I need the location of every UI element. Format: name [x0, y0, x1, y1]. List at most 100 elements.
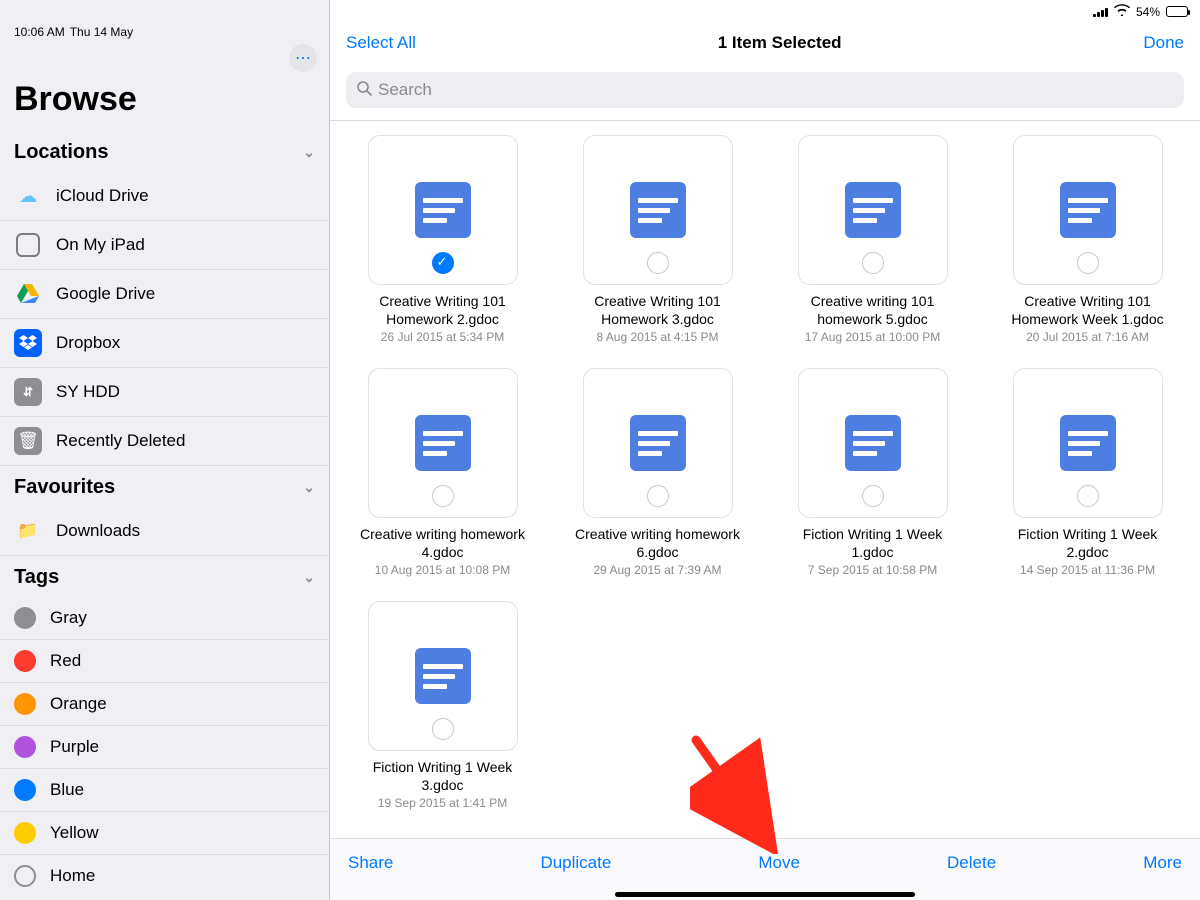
file-date: 7 Sep 2015 at 10:58 PM — [808, 563, 937, 577]
file-tile[interactable]: Creative writing homework 6.gdoc29 Aug 2… — [575, 368, 740, 577]
file-thumbnail[interactable] — [1013, 135, 1163, 285]
chevron-down-icon: ⌄ — [303, 479, 315, 496]
file-thumbnail[interactable] — [1013, 368, 1163, 518]
sidebar-item-label: SY HDD — [56, 382, 120, 402]
trash-icon: 🗑 — [14, 427, 42, 455]
selection-checkbox[interactable] — [647, 485, 669, 507]
battery-icon — [1166, 6, 1188, 17]
file-tile[interactable]: Fiction Writing 1 Week 2.gdoc14 Sep 2015… — [1005, 368, 1170, 577]
move-button[interactable]: Move — [758, 853, 800, 873]
sidebar-item-label: Yellow — [50, 823, 99, 843]
gdoc-icon — [415, 182, 471, 238]
chevron-down-icon: ⌄ — [303, 144, 315, 161]
sidebar-item-label: Gray — [50, 608, 87, 628]
tag-dot-icon — [14, 822, 36, 844]
file-thumbnail[interactable] — [368, 368, 518, 518]
ellipsis-icon: ⋯ — [295, 48, 311, 68]
wifi-icon — [1114, 4, 1130, 19]
file-grid: Creative Writing 101 Homework 2.gdoc26 J… — [330, 121, 1200, 900]
share-button[interactable]: Share — [348, 853, 393, 873]
tag-dot-icon — [14, 607, 36, 629]
file-date: 8 Aug 2015 at 4:15 PM — [596, 330, 718, 344]
sidebar-tag-orange[interactable]: Orange — [0, 683, 329, 726]
statusbar-right: 54% — [1093, 4, 1188, 19]
ipad-icon — [14, 231, 42, 259]
sidebar-tag-blue[interactable]: Blue — [0, 769, 329, 812]
file-name: Creative Writing 101 Homework Week 1.gdo… — [1005, 293, 1170, 328]
file-thumbnail[interactable] — [798, 135, 948, 285]
delete-button[interactable]: Delete — [947, 853, 996, 873]
cloud-icon: ☁︎ — [14, 182, 42, 210]
sidebar-item-icloud[interactable]: ☁︎ iCloud Drive — [0, 172, 329, 221]
file-date: 19 Sep 2015 at 1:41 PM — [378, 796, 507, 810]
selection-checkbox[interactable] — [432, 485, 454, 507]
file-name: Creative Writing 101 Homework 3.gdoc — [575, 293, 740, 328]
select-all-button[interactable]: Select All — [346, 33, 416, 53]
file-tile[interactable]: Creative Writing 101 Homework Week 1.gdo… — [1005, 135, 1170, 344]
search-input[interactable]: Search — [346, 72, 1184, 108]
sidebar-item-recentlydeleted[interactable]: 🗑 Recently Deleted — [0, 417, 329, 466]
battery-percent: 54% — [1136, 5, 1160, 19]
file-thumbnail[interactable] — [583, 135, 733, 285]
sidebar-tag-yellow[interactable]: Yellow — [0, 812, 329, 855]
file-tile[interactable]: Fiction Writing 1 Week 1.gdoc7 Sep 2015 … — [790, 368, 955, 577]
sidebar-item-dropbox[interactable]: Dropbox — [0, 319, 329, 368]
sidebar-tag-red[interactable]: Red — [0, 640, 329, 683]
usb-drive-icon: ⇵ — [14, 378, 42, 406]
file-tile[interactable]: Creative Writing 101 Homework 2.gdoc26 J… — [360, 135, 525, 344]
file-tile[interactable]: Creative writing homework 4.gdoc10 Aug 2… — [360, 368, 525, 577]
sidebar-item-googledrive[interactable]: Google Drive — [0, 270, 329, 319]
selection-title: 1 Item Selected — [718, 33, 842, 53]
statusbar-date: Thu 14 May — [70, 25, 133, 39]
gdoc-icon — [1060, 182, 1116, 238]
file-thumbnail[interactable] — [368, 135, 518, 285]
selection-checkbox[interactable] — [432, 252, 454, 274]
statusbar-time: 10:06 AM — [14, 25, 65, 39]
selection-checkbox[interactable] — [647, 252, 669, 274]
file-tile[interactable]: Fiction Writing 1 Week 3.gdoc 19 Sep 2015… — [360, 601, 525, 810]
sidebar-tag-purple[interactable]: Purple — [0, 726, 329, 769]
selection-checkbox[interactable] — [432, 718, 454, 740]
gdoc-icon — [415, 648, 471, 704]
sidebar-more-button[interactable]: ⋯ — [289, 44, 317, 72]
selection-checkbox[interactable] — [862, 252, 884, 274]
selection-checkbox[interactable] — [1077, 252, 1099, 274]
dropbox-icon — [14, 329, 42, 357]
search-icon — [356, 80, 372, 101]
sidebar-item-label: Red — [50, 651, 81, 671]
selection-checkbox[interactable] — [862, 485, 884, 507]
file-thumbnail[interactable] — [368, 601, 518, 751]
favourites-header[interactable]: Favourites ⌄ — [0, 466, 329, 507]
sidebar-item-label: Google Drive — [56, 284, 155, 304]
tags-label: Tags — [14, 566, 59, 589]
sidebar-item-label: Recently Deleted — [56, 431, 185, 451]
tags-header[interactable]: Tags ⌄ — [0, 556, 329, 597]
cellular-icon — [1093, 7, 1108, 17]
sidebar-tag-home[interactable]: Home — [0, 855, 329, 897]
file-name: Fiction Writing 1 Week 3.gdoc — [360, 759, 525, 794]
sidebar-item-downloads[interactable]: 📁 Downloads — [0, 507, 329, 556]
sidebar-tag-gray[interactable]: Gray — [0, 597, 329, 640]
status-bar: 10:06 AM Thu 14 May — [0, 24, 329, 44]
sidebar-item-onmyipad[interactable]: On My iPad — [0, 221, 329, 270]
folder-icon: 📁 — [14, 517, 42, 545]
file-tile[interactable]: Creative Writing 101 Homework 3.gdoc 8 Au… — [575, 135, 740, 344]
file-tile[interactable]: Creative writing 101 homework 5.gdoc17 A… — [790, 135, 955, 344]
locations-header[interactable]: Locations ⌄ — [0, 131, 329, 172]
sidebar-item-label: Purple — [50, 737, 99, 757]
selection-checkbox[interactable] — [1077, 485, 1099, 507]
search-placeholder: Search — [378, 80, 432, 100]
google-drive-icon — [14, 280, 42, 308]
file-thumbnail[interactable] — [583, 368, 733, 518]
duplicate-button[interactable]: Duplicate — [540, 853, 611, 873]
home-indicator[interactable] — [615, 892, 915, 897]
sidebar-item-label: iCloud Drive — [56, 186, 149, 206]
file-name: Creative writing homework 4.gdoc — [360, 526, 525, 561]
file-date: 17 Aug 2015 at 10:00 PM — [805, 330, 940, 344]
sidebar-item-label: On My iPad — [56, 235, 145, 255]
file-thumbnail[interactable] — [798, 368, 948, 518]
file-date: 29 Aug 2015 at 7:39 AM — [593, 563, 721, 577]
sidebar-item-syhdd[interactable]: ⇵ SY HDD — [0, 368, 329, 417]
done-button[interactable]: Done — [1143, 33, 1184, 53]
more-button[interactable]: More — [1143, 853, 1182, 873]
